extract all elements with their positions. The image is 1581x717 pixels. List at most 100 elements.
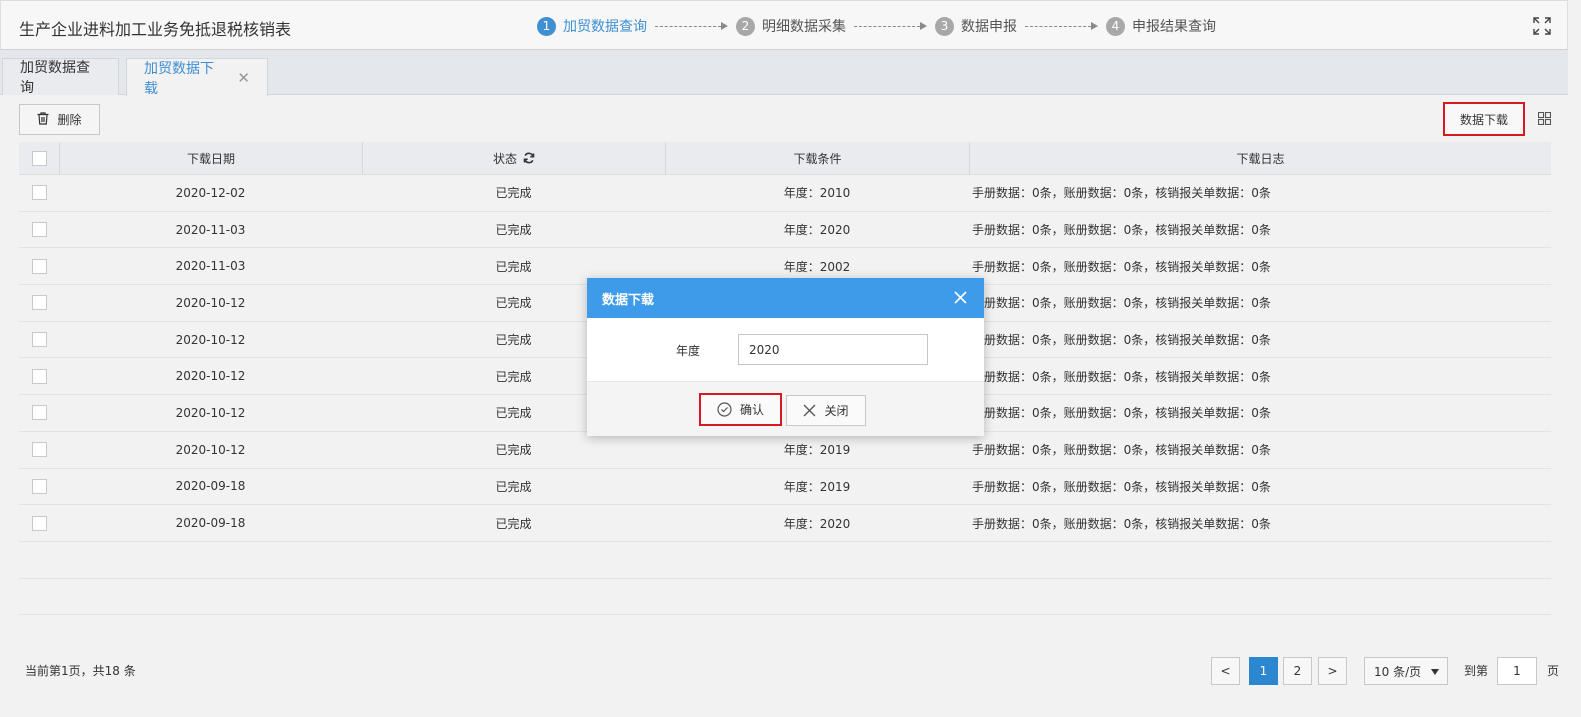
goto-suffix: 页 xyxy=(1547,664,1560,678)
cell-date: 2020-11-03 xyxy=(175,259,246,274)
cell-status: 已完成 xyxy=(495,186,532,201)
step-number: 4 xyxy=(1106,16,1125,36)
close-label: 关闭 xyxy=(824,404,849,418)
row-checkbox[interactable] xyxy=(31,222,47,238)
close-button[interactable]: 关闭 xyxy=(786,395,866,426)
column-header-status[interactable]: 状态 xyxy=(362,142,665,174)
confirm-button[interactable]: 确认 xyxy=(699,393,782,426)
row-checkbox[interactable] xyxy=(31,405,47,421)
row-checkbox[interactable] xyxy=(31,185,47,201)
close-icon xyxy=(803,404,816,417)
row-select-cell xyxy=(19,395,59,431)
cell-log: 手册数据：0条，账册数据：0条，核销报关单数据：0条 xyxy=(972,333,1271,348)
cell-status: 已完成 xyxy=(495,479,532,494)
next-page-button[interactable]: > xyxy=(1318,657,1347,685)
column-settings-icon[interactable] xyxy=(1537,111,1552,126)
row-checkbox[interactable] xyxy=(31,368,47,384)
empty-row xyxy=(19,541,1551,579)
data-download-label: 数据下载 xyxy=(1459,112,1508,127)
caret-down-icon xyxy=(1431,669,1439,675)
confirm-label: 确认 xyxy=(739,403,764,417)
step-label: 明细数据采集 xyxy=(762,19,846,35)
goto-page-input[interactable]: 1 xyxy=(1497,657,1537,685)
table-row[interactable]: 2020-12-02 已完成 年度：2010 手册数据：0条，账册数据：0条，核… xyxy=(19,175,1551,212)
tab-label: 加贸数据查询 xyxy=(20,60,90,96)
cell-date: 2020-10-12 xyxy=(175,405,246,420)
step-indicator: 1 加贸数据查询 2 明细数据采集 3 数据申报 4 申报结果查询 xyxy=(537,16,1216,36)
step-3[interactable]: 3 数据申报 xyxy=(935,16,1017,36)
tab-bar: 加贸数据查询 加贸数据下载 ✕ xyxy=(0,50,1568,97)
cell-log: 手册数据：0条，账册数据：0条，核销报关单数据：0条 xyxy=(972,296,1271,311)
cell-log: 手册数据：0条，账册数据：0条，核销报关单数据：0条 xyxy=(972,516,1271,531)
step-number: 3 xyxy=(935,16,954,36)
table-row[interactable]: 2020-10-12 已完成 年度：2019 手册数据：0条，账册数据：0条，核… xyxy=(19,431,1551,469)
row-select-cell xyxy=(19,432,59,468)
close-icon[interactable] xyxy=(953,290,968,305)
cell-condition: 年度：2020 xyxy=(783,223,851,238)
cell-condition: 年度：2019 xyxy=(783,443,851,458)
cell-log: 手册数据：0条，账册数据：0条，核销报关单数据：0条 xyxy=(972,406,1271,421)
select-all-checkbox[interactable] xyxy=(31,150,47,166)
tab-trade-data-download[interactable]: 加贸数据下载 ✕ xyxy=(126,58,268,97)
step-2[interactable]: 2 明细数据采集 xyxy=(736,16,846,36)
row-select-cell xyxy=(19,322,59,358)
row-select-cell xyxy=(19,212,59,248)
year-input[interactable] xyxy=(738,334,928,365)
table-header: 下载日期 状态 下载条件 下载日志 xyxy=(19,142,1551,175)
table-row[interactable]: 2020-09-18 已完成 年度：2020 手册数据：0条，账册数据：0条，核… xyxy=(19,505,1551,542)
cell-date: 2020-10-12 xyxy=(175,369,246,384)
page-button-2[interactable]: 2 xyxy=(1283,657,1312,685)
row-select-cell xyxy=(19,469,59,505)
step-number: 2 xyxy=(736,16,755,36)
delete-label: 删除 xyxy=(57,113,82,127)
step-label: 申报结果查询 xyxy=(1132,19,1216,35)
step-1[interactable]: 1 加贸数据查询 xyxy=(537,16,647,36)
fullscreen-icon[interactable] xyxy=(1533,17,1551,35)
close-icon[interactable]: ✕ xyxy=(237,69,250,87)
page-button-1[interactable]: 1 xyxy=(1249,657,1278,685)
cell-condition: 年度：2019 xyxy=(783,479,851,494)
data-download-button[interactable]: 数据下载 xyxy=(1443,102,1525,136)
cell-date: 2020-12-02 xyxy=(175,185,246,200)
cell-condition: 年度：2010 xyxy=(783,186,851,201)
cell-log: 手册数据：0条，账册数据：0条，核销报关单数据：0条 xyxy=(972,443,1271,458)
step-arrow-icon xyxy=(655,22,728,30)
column-header-condition[interactable]: 下载条件 xyxy=(665,142,969,174)
table-row[interactable]: 2020-11-03 已完成 年度：2020 手册数据：0条，账册数据：0条，核… xyxy=(19,211,1551,249)
cell-date: 2020-09-18 xyxy=(175,516,246,531)
row-checkbox[interactable] xyxy=(31,295,47,311)
pagination-info: 当前第1页，共18 条 xyxy=(25,664,136,678)
cell-log: 手册数据：0条，账册数据：0条，核销报关单数据：0条 xyxy=(972,479,1271,494)
cell-status: 已完成 xyxy=(495,443,532,458)
chevron-left-icon: < xyxy=(1220,664,1231,678)
tab-trade-data-query[interactable]: 加贸数据查询 xyxy=(2,58,119,96)
row-checkbox[interactable] xyxy=(31,258,47,274)
cell-status: 已完成 xyxy=(495,223,532,238)
table-row[interactable]: 2020-09-18 已完成 年度：2019 手册数据：0条，账册数据：0条，核… xyxy=(19,468,1551,506)
row-checkbox[interactable] xyxy=(31,515,47,531)
row-checkbox[interactable] xyxy=(31,442,47,458)
dialog-footer: 确认 关闭 xyxy=(587,381,984,436)
step-arrow-icon xyxy=(854,22,927,30)
column-header-date[interactable]: 下载日期 xyxy=(59,142,362,174)
row-checkbox[interactable] xyxy=(31,332,47,348)
goto-label: 到第 xyxy=(1464,664,1489,678)
page-size-select[interactable]: 10 条/页 xyxy=(1364,657,1448,685)
select-all-cell xyxy=(19,142,59,174)
prev-page-button[interactable]: < xyxy=(1211,657,1240,685)
delete-button[interactable]: 删除 xyxy=(19,104,100,135)
cell-status: 已完成 xyxy=(495,516,532,531)
cell-date: 2020-10-12 xyxy=(175,442,246,457)
column-header-log[interactable]: 下载日志 xyxy=(969,142,1551,174)
cell-date: 2020-09-18 xyxy=(175,479,246,494)
cell-log: 手册数据：0条，账册数据：0条，核销报关单数据：0条 xyxy=(972,259,1271,274)
cell-log: 手册数据：0条，账册数据：0条，核销报关单数据：0条 xyxy=(972,223,1271,238)
row-checkbox[interactable] xyxy=(31,478,47,494)
refresh-icon[interactable] xyxy=(523,152,535,164)
step-4[interactable]: 4 申报结果查询 xyxy=(1106,16,1216,36)
column-header-status-label: 状态 xyxy=(492,151,517,166)
row-select-cell xyxy=(19,175,59,211)
tab-label: 加贸数据下载 xyxy=(144,60,214,97)
row-select-cell xyxy=(19,505,59,541)
cell-log: 手册数据：0条，账册数据：0条，核销报关单数据：0条 xyxy=(972,369,1271,384)
